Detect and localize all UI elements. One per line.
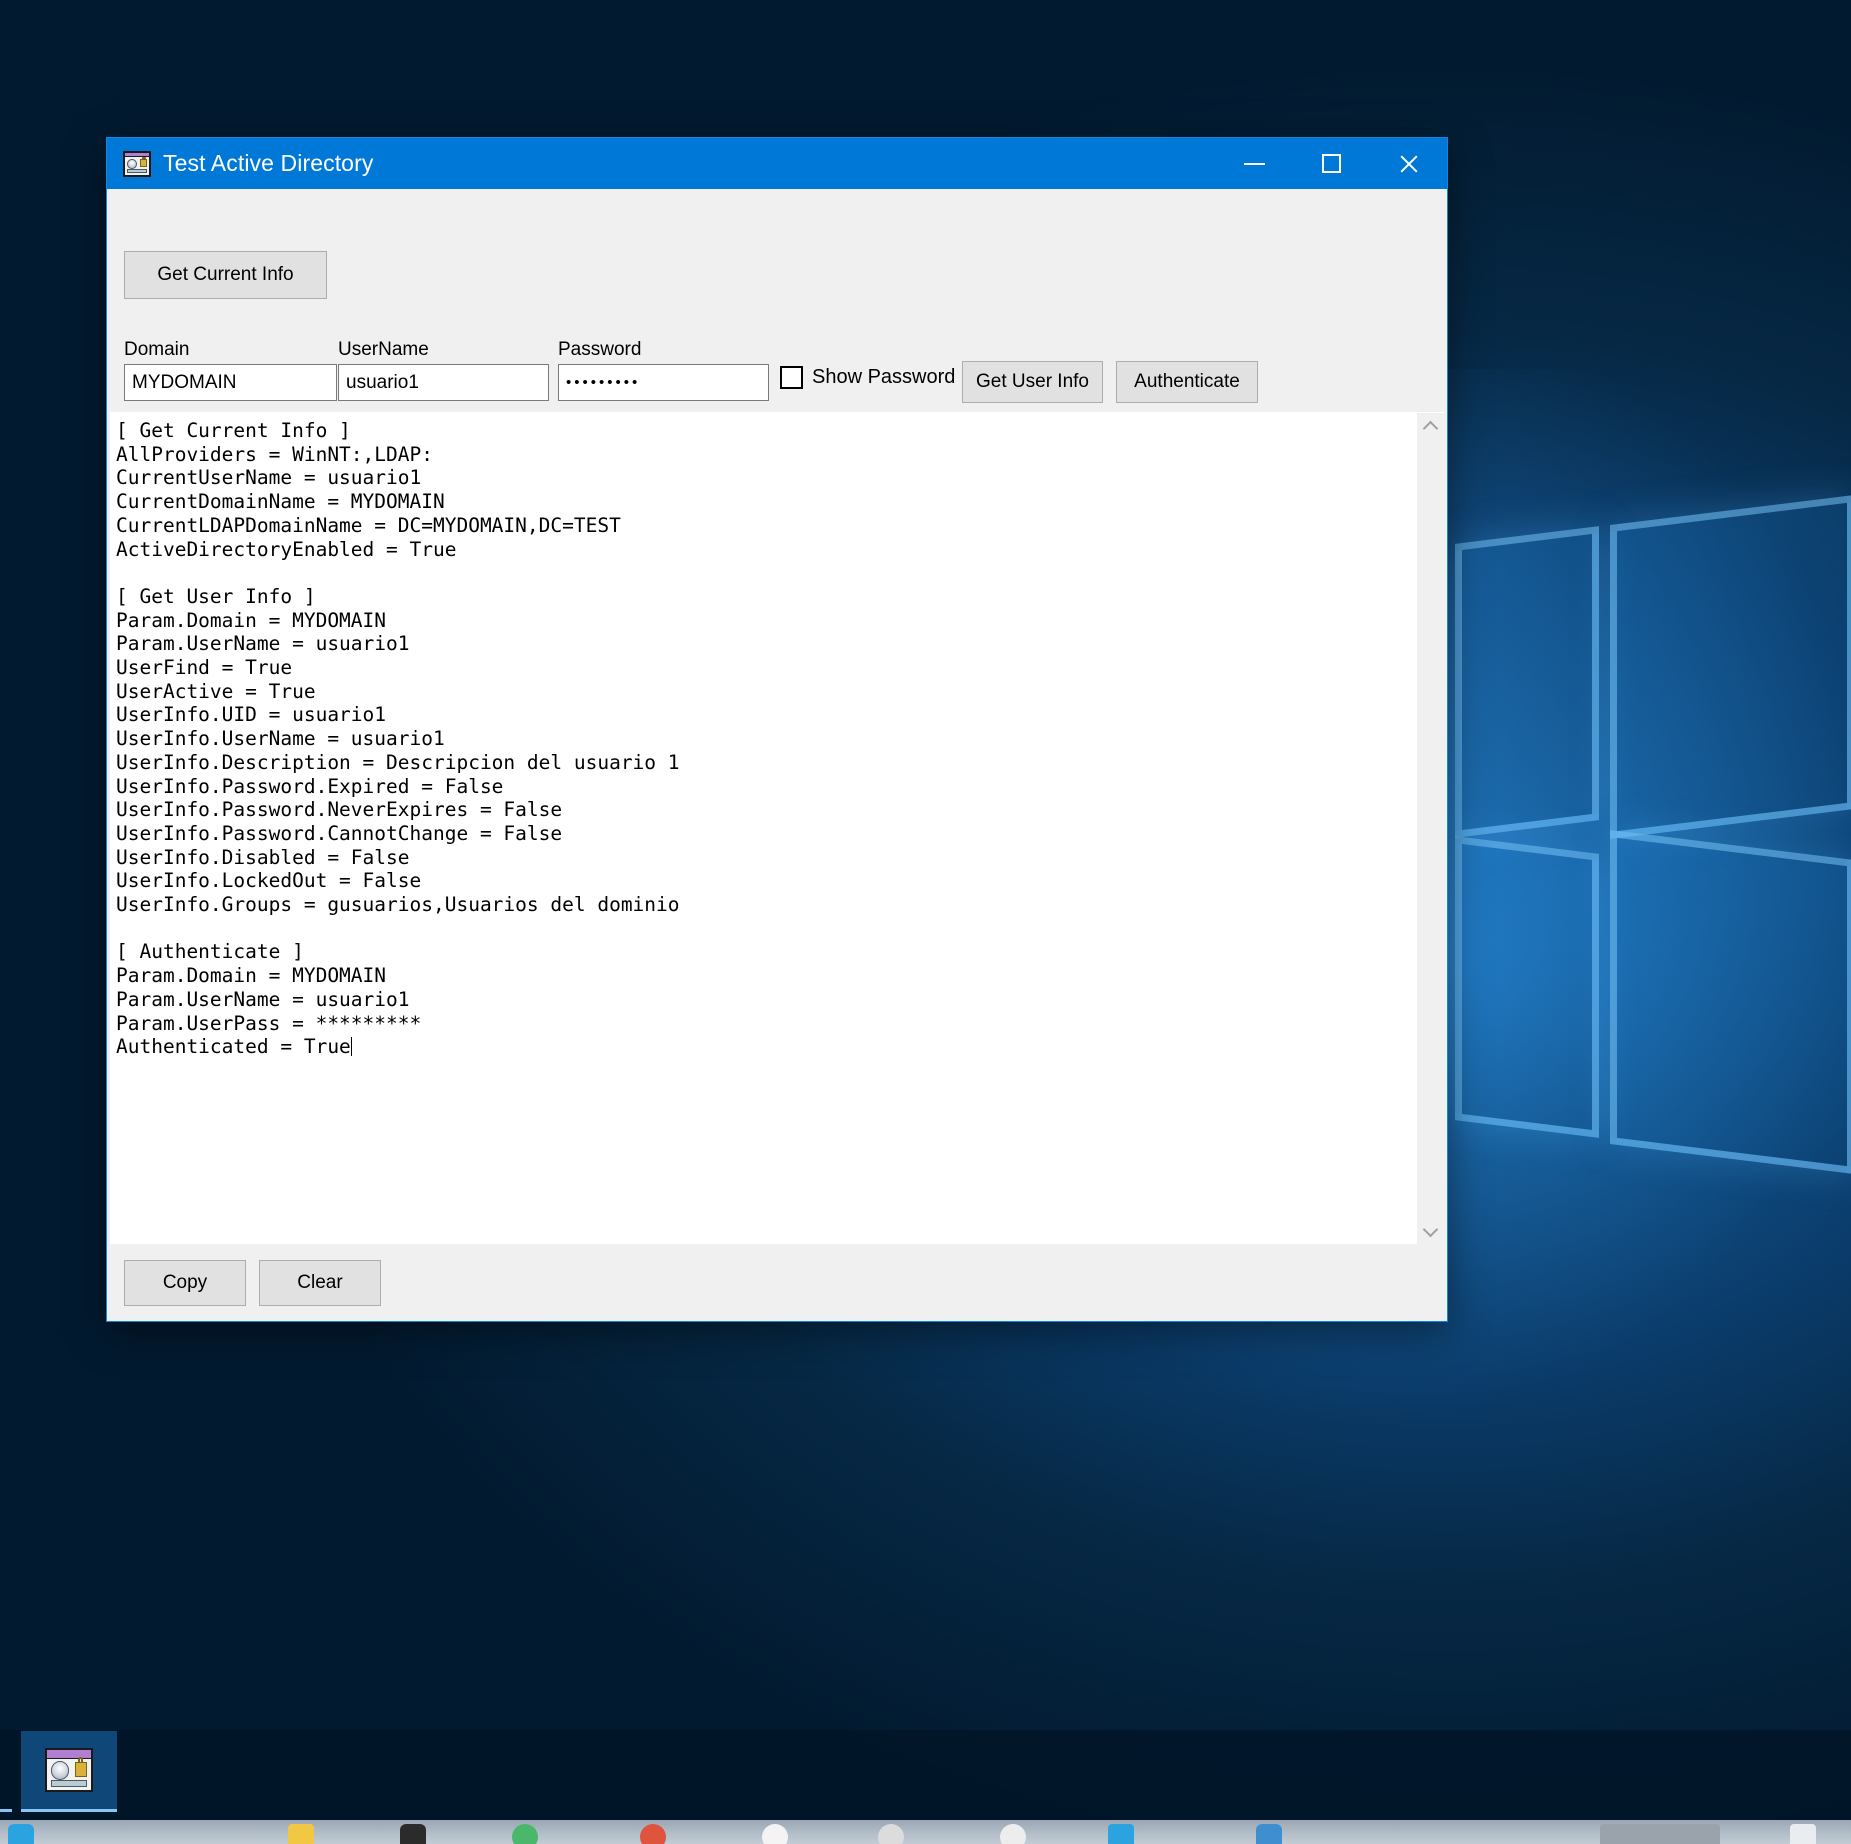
maximize-icon	[1322, 154, 1341, 173]
password-input[interactable]: •••••••••	[558, 364, 769, 401]
show-password-checkbox[interactable]: Show Password	[780, 366, 955, 389]
domain-input[interactable]: MYDOMAIN	[124, 364, 337, 401]
window-titlebar[interactable]: Test Active Directory	[107, 138, 1447, 189]
minimize-button[interactable]	[1216, 138, 1293, 189]
checkbox-icon	[780, 366, 803, 389]
chevron-up-icon	[1422, 420, 1439, 436]
taskbar-app-icon	[45, 1748, 93, 1792]
desktop-background: Test Active Directory Get Current Info D…	[0, 0, 1851, 1844]
taskbar-active-indicator	[0, 1809, 12, 1812]
get-user-info-button[interactable]: Get User Info	[962, 361, 1103, 403]
domain-label: Domain	[124, 339, 190, 360]
output-log-content: [ Get Current Info ] AllProviders = WinN…	[116, 419, 680, 1059]
close-icon	[1398, 153, 1420, 175]
footer-bar: Copy Clear	[107, 1244, 1447, 1321]
clear-button[interactable]: Clear	[259, 1260, 381, 1306]
show-password-label: Show Password	[812, 366, 956, 388]
username-label: UserName	[338, 339, 429, 360]
app-window: Test Active Directory Get Current Info D…	[106, 137, 1448, 1322]
password-label: Password	[558, 339, 642, 360]
dock-icon-7[interactable]	[878, 1824, 904, 1844]
close-button[interactable]	[1370, 138, 1447, 189]
host-dock	[0, 1820, 1851, 1844]
chevron-down-icon	[1422, 1221, 1439, 1237]
dock-icon-1[interactable]	[8, 1824, 34, 1844]
text-caret	[350, 1037, 352, 1057]
output-area: [ Get Current Info ] AllProviders = WinN…	[110, 412, 1444, 1244]
dock-icon-8[interactable]	[1000, 1824, 1026, 1844]
dock-icon-4[interactable]	[512, 1824, 538, 1844]
dock-icon-9[interactable]	[1108, 1824, 1134, 1844]
scroll-down-button[interactable]	[1417, 1218, 1444, 1244]
minimize-icon	[1244, 162, 1265, 165]
dock-icon-2[interactable]	[288, 1824, 314, 1844]
authenticate-button[interactable]: Authenticate	[1116, 361, 1258, 403]
dock-icon-5[interactable]	[640, 1824, 666, 1844]
scrollbar-track[interactable]	[1417, 439, 1444, 1218]
controls-panel: Get Current Info Domain UserName Passwor…	[107, 189, 1447, 412]
output-log-text[interactable]: [ Get Current Info ] AllProviders = WinN…	[110, 413, 1417, 1244]
username-input[interactable]: usuario1	[338, 364, 549, 401]
dock-icon-6[interactable]	[762, 1824, 788, 1844]
get-current-info-button[interactable]: Get Current Info	[124, 251, 327, 299]
taskbar-item-test-active-directory[interactable]	[21, 1731, 117, 1812]
copy-button[interactable]: Copy	[124, 1260, 246, 1306]
dock-icon-10[interactable]	[1256, 1824, 1282, 1844]
app-icon	[123, 150, 151, 177]
dock-icon-11[interactable]	[1600, 1824, 1720, 1844]
window-controls	[1216, 138, 1447, 189]
maximize-button[interactable]	[1293, 138, 1370, 189]
dock-icon-3[interactable]	[400, 1824, 426, 1844]
dock-icon-12[interactable]	[1790, 1824, 1816, 1844]
window-title: Test Active Directory	[163, 150, 374, 176]
output-scrollbar[interactable]	[1417, 413, 1444, 1244]
taskbar	[0, 1730, 1851, 1820]
scroll-up-button[interactable]	[1417, 413, 1444, 439]
